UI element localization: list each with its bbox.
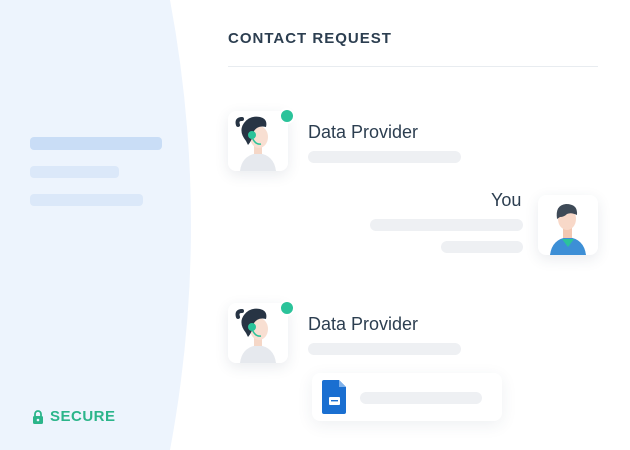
message-skeleton-line [308,343,461,355]
document-icon [322,380,346,414]
attachment-card[interactable] [312,373,502,421]
support-agent-avatar[interactable] [228,303,288,363]
support-agent-avatar[interactable] [228,111,288,171]
message-skeleton-line [308,151,461,163]
sidebar-skeleton-line [30,137,162,150]
secure-badge: SECURE [32,408,116,425]
lock-icon [33,409,43,424]
sender-name: Data Provider [308,314,419,334]
left-panel-shape [0,0,191,450]
support-agent-icon [235,308,276,363]
online-status-dot [279,300,295,316]
message-skeleton-line [441,241,523,253]
page-title: CONTACT REQUEST [228,30,392,47]
header-divider [228,66,598,67]
sender-name: Data Provider [308,122,419,142]
message-skeleton-line [370,219,523,231]
attachment-skeleton-line [360,392,482,404]
user-avatar[interactable] [538,195,598,255]
secure-label: SECURE [50,408,116,425]
user-icon [550,204,586,255]
sender-name: You [491,190,522,210]
sidebar-skeleton-line [30,194,143,206]
support-agent-icon [235,116,276,171]
sidebar-skeleton-line [30,166,119,178]
online-status-dot [279,108,295,124]
